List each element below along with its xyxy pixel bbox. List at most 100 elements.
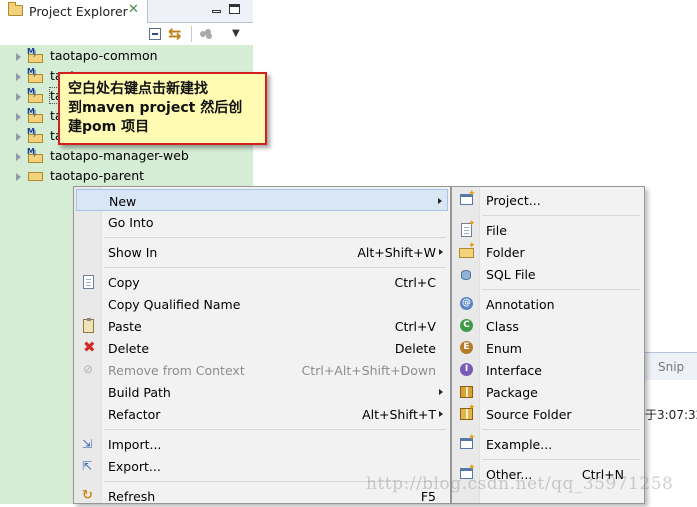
menu-item-label: Show In bbox=[108, 245, 158, 260]
menu-item-paste[interactable]: Paste Ctrl+V bbox=[76, 315, 448, 337]
menu-item-label: New bbox=[109, 194, 137, 209]
source-folder-icon: ✦ bbox=[459, 403, 476, 421]
tree-item-label: taotapo-manager-web bbox=[50, 148, 189, 163]
expand-arrow-icon[interactable] bbox=[16, 153, 21, 161]
expand-arrow-icon[interactable] bbox=[16, 133, 21, 141]
menu-separator bbox=[482, 459, 640, 460]
example-icon: ✦ bbox=[459, 433, 476, 451]
interface-icon: I bbox=[459, 363, 475, 377]
menu-item-project[interactable]: ✦ Project... bbox=[454, 189, 642, 211]
close-icon[interactable]: ✕ bbox=[128, 2, 139, 17]
menu-item-shortcut: Delete bbox=[394, 341, 436, 356]
menu-item-enum[interactable]: E Enum bbox=[454, 337, 642, 359]
link-with-editor-icon[interactable]: ⇆ bbox=[168, 24, 181, 43]
menu-item-sql-file[interactable]: SQL File bbox=[454, 263, 642, 285]
maven-project-icon: MJ bbox=[27, 47, 44, 64]
menu-item-annotation[interactable]: @ Annotation bbox=[454, 293, 642, 315]
menu-item-delete[interactable]: ✖ Delete Delete bbox=[76, 337, 448, 359]
menu-item-label: Go Into bbox=[108, 215, 154, 230]
menu-separator bbox=[104, 429, 446, 430]
maven-project-icon: MJ bbox=[27, 107, 44, 124]
tree-item[interactable]: MJ taotapo-manager-web bbox=[0, 146, 253, 166]
menu-item-copy[interactable]: Copy Ctrl+C bbox=[76, 271, 448, 293]
menu-item-source-folder[interactable]: ✦ Source Folder bbox=[454, 403, 642, 425]
menu-separator bbox=[482, 289, 640, 290]
annotation-callout: 空白处右键点击新建找 到maven project 然后创 建pom 项目 bbox=[58, 72, 267, 145]
menu-separator bbox=[482, 429, 640, 430]
new-submenu: ✦ Project... ✦ File ✦ Folder SQL File @ … bbox=[451, 186, 645, 504]
callout-text: 空白处右键点击新建找 到maven project 然后创 建pom 项目 bbox=[68, 81, 243, 135]
menu-item-remove-from-context[interactable]: ⊘ Remove from Context Ctrl+Alt+Shift+Dow… bbox=[76, 359, 448, 381]
menu-item-label: Class bbox=[486, 319, 519, 334]
menu-item-label: Interface bbox=[486, 363, 542, 378]
tree-item-label: taotapo-parent bbox=[50, 168, 145, 183]
file-icon: ✦ bbox=[459, 219, 476, 237]
expand-arrow-icon[interactable] bbox=[16, 173, 21, 181]
menu-item-copy-qualified-name[interactable]: Copy Qualified Name bbox=[76, 293, 448, 315]
menu-item-package[interactable]: Package bbox=[454, 381, 642, 403]
maven-project-icon: MJ bbox=[27, 87, 44, 104]
maximize-icon[interactable] bbox=[229, 4, 240, 14]
class-icon: C bbox=[459, 319, 475, 333]
maven-project-icon: MJ bbox=[27, 147, 44, 164]
import-icon: ⇲ bbox=[82, 437, 93, 451]
remove-context-icon: ⊘ bbox=[83, 362, 94, 376]
menu-item-label: Project... bbox=[486, 193, 541, 208]
sql-file-icon bbox=[459, 267, 475, 281]
expand-arrow-icon[interactable] bbox=[16, 93, 21, 101]
menu-item-shortcut: Ctrl+C bbox=[394, 275, 436, 290]
delete-icon: ✖ bbox=[83, 338, 96, 356]
menu-item-import[interactable]: ⇲ Import... bbox=[76, 433, 448, 455]
menu-item-label: Copy Qualified Name bbox=[108, 297, 241, 312]
snippets-tab-label[interactable]: Snip bbox=[658, 360, 684, 374]
menu-item-label: Import... bbox=[108, 437, 162, 452]
folder-icon bbox=[27, 169, 44, 184]
menu-item-go-into[interactable]: Go Into bbox=[76, 211, 448, 233]
minimize-icon[interactable] bbox=[212, 10, 221, 13]
menu-item-label: Build Path bbox=[108, 385, 171, 400]
refresh-icon: ↻ bbox=[82, 488, 93, 503]
folder-icon: ✦ bbox=[459, 241, 476, 259]
submenu-arrow-icon bbox=[439, 411, 443, 417]
tab-project-explorer[interactable]: Project Explorer ✕ bbox=[0, 0, 148, 23]
menu-item-file[interactable]: ✦ File bbox=[454, 219, 642, 241]
menu-item-new[interactable]: New bbox=[76, 189, 448, 211]
menu-separator bbox=[482, 215, 640, 216]
tab-label: Project Explorer bbox=[29, 4, 128, 19]
console-timestamp: 于3:07:32) bbox=[645, 408, 697, 422]
menu-item-build-path[interactable]: Build Path bbox=[76, 381, 448, 403]
menu-item-label: SQL File bbox=[486, 267, 536, 282]
view-menu-icon[interactable]: ▼ bbox=[232, 28, 240, 39]
menu-item-label: Refresh bbox=[108, 489, 156, 504]
menu-item-label: Example... bbox=[486, 437, 553, 452]
collapse-all-icon[interactable] bbox=[149, 28, 161, 40]
menu-item-label: Folder bbox=[486, 245, 525, 260]
submenu-arrow-icon bbox=[439, 249, 443, 255]
menu-item-example[interactable]: ✦ Example... bbox=[454, 433, 642, 455]
menu-item-show-in[interactable]: Show In Alt+Shift+W bbox=[76, 241, 448, 263]
menu-item-label: Annotation bbox=[486, 297, 555, 312]
annotation-icon: @ bbox=[460, 297, 473, 310]
filter-icon[interactable] bbox=[200, 29, 213, 39]
expand-arrow-icon[interactable] bbox=[16, 53, 21, 61]
menu-item-refactor[interactable]: Refactor Alt+Shift+T bbox=[76, 403, 448, 425]
menu-item-shortcut: Alt+Shift+W bbox=[357, 245, 436, 260]
expand-arrow-icon[interactable] bbox=[16, 113, 21, 121]
menu-item-interface[interactable]: I Interface bbox=[454, 359, 642, 381]
menu-item-label: Copy bbox=[108, 275, 140, 290]
tree-item[interactable]: taotapo-parent bbox=[0, 166, 253, 186]
tree-item[interactable]: MJ taotapo-common bbox=[0, 46, 253, 66]
menu-item-label: Package bbox=[486, 385, 538, 400]
view-toolbar: ⇆ ▼ bbox=[0, 23, 253, 45]
menu-item-class[interactable]: C Class bbox=[454, 315, 642, 337]
menu-item-folder[interactable]: ✦ Folder bbox=[454, 241, 642, 263]
view-tab-bar: Project Explorer ✕ bbox=[0, 0, 253, 23]
expand-arrow-icon[interactable] bbox=[16, 73, 21, 81]
menu-separator bbox=[104, 237, 446, 238]
submenu-arrow-icon bbox=[438, 198, 442, 204]
menu-item-label: Export... bbox=[108, 459, 161, 474]
menu-item-shortcut: Ctrl+Alt+Shift+Down bbox=[301, 363, 436, 378]
menu-item-label: File bbox=[486, 223, 507, 238]
menu-item-label: Paste bbox=[108, 319, 142, 334]
menu-item-label: Delete bbox=[108, 341, 150, 356]
